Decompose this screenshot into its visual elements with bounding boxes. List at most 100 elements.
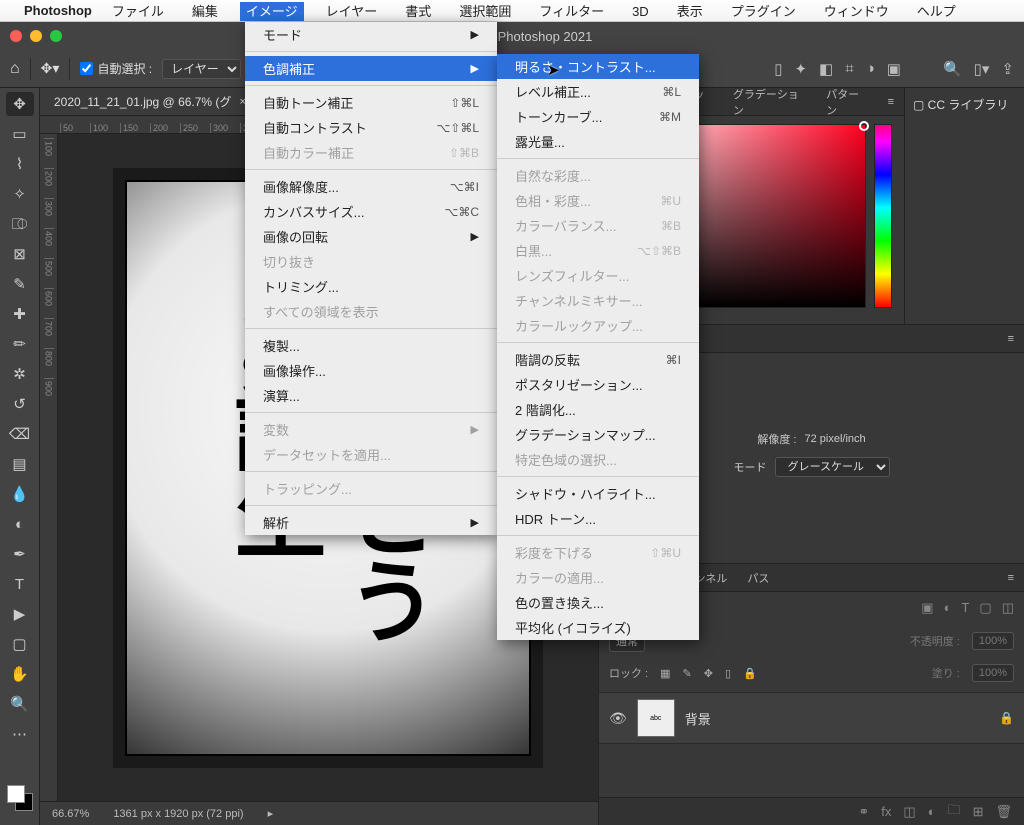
- dodge-tool[interactable]: ◐: [6, 512, 34, 536]
- menu-item[interactable]: 解析▶: [245, 510, 497, 535]
- menu-item[interactable]: 露光量...: [497, 129, 699, 154]
- new-layer-icon[interactable]: ⊞: [973, 804, 984, 820]
- 3d-mode-icon[interactable]: ◧: [819, 60, 833, 78]
- layer-name[interactable]: 背景: [685, 709, 711, 728]
- layer-style-icon[interactable]: fx: [881, 804, 891, 819]
- auto-select-checkbox[interactable]: 自動選択 :: [80, 60, 152, 77]
- menu-item[interactable]: HDR トーン...: [497, 506, 699, 531]
- share-icon[interactable]: ⇪: [1001, 60, 1014, 78]
- pen-tool[interactable]: ✒: [6, 542, 34, 566]
- opacity-value[interactable]: 100%: [972, 632, 1014, 650]
- hand-tool[interactable]: ✋: [6, 662, 34, 686]
- arrange-icon[interactable]: ▯▾: [974, 60, 990, 78]
- history-brush-tool[interactable]: ↺: [6, 392, 34, 416]
- menubar-item-選択範囲[interactable]: 選択範囲: [453, 2, 517, 21]
- menu-item[interactable]: シャドウ・ハイライト...: [497, 481, 699, 506]
- visibility-icon[interactable]: 👁: [609, 710, 627, 727]
- adjustment-layer-icon[interactable]: ◐: [928, 804, 936, 819]
- move-tool-icon[interactable]: ✥▾: [41, 60, 60, 77]
- menu-item[interactable]: 画像操作...: [245, 358, 497, 383]
- menubar-item-イメージ[interactable]: イメージ: [240, 2, 304, 21]
- brush-tool[interactable]: ✏: [6, 332, 34, 356]
- menu-item[interactable]: カンバスサイズ...⌥⌘C: [245, 199, 497, 224]
- eyedropper-tool[interactable]: ✎: [6, 272, 34, 296]
- link-layers-icon[interactable]: ⚭: [858, 804, 869, 820]
- healing-brush-tool[interactable]: ✚: [6, 302, 34, 326]
- tab-paths[interactable]: パス: [737, 564, 779, 591]
- align-center-icon[interactable]: ✦: [794, 60, 807, 78]
- marquee-tool[interactable]: ▭: [6, 122, 34, 146]
- menu-item[interactable]: 階調の反転⌘I: [497, 347, 699, 372]
- color-mode-select[interactable]: グレースケール: [775, 457, 890, 477]
- menu-item[interactable]: ポスタリゼーション...: [497, 372, 699, 397]
- menu-item[interactable]: 演算...: [245, 383, 497, 408]
- cc-libraries-panel[interactable]: ▢ CC ライブラリ: [904, 88, 1024, 324]
- clone-stamp-tool[interactable]: ✲: [6, 362, 34, 386]
- image-menu-dropdown[interactable]: モード▶色調補正▶自動トーン補正⇧⌘L自動コントラスト⌥⇧⌘L自動カラー補正⇧⌘…: [245, 22, 497, 535]
- menubar-item-プラグイン[interactable]: プラグイン: [725, 2, 802, 21]
- menu-item[interactable]: レベル補正...⌘L: [497, 79, 699, 104]
- hue-slider[interactable]: [874, 124, 892, 308]
- frame-tool[interactable]: ⊠: [6, 242, 34, 266]
- magic-wand-tool[interactable]: ✧: [6, 182, 34, 206]
- menu-item[interactable]: 自動トーン補正⇧⌘L: [245, 90, 497, 115]
- menu-item[interactable]: 画像の回転▶: [245, 224, 497, 249]
- filter-pixel-icon[interactable]: ▣: [921, 600, 933, 616]
- tab-patterns[interactable]: パターン: [816, 88, 877, 115]
- menu-item[interactable]: グラデーションマップ...: [497, 422, 699, 447]
- close-window-icon[interactable]: [10, 30, 22, 42]
- panel-menu-icon[interactable]: ≡: [998, 325, 1024, 352]
- menu-item[interactable]: モード▶: [245, 22, 497, 47]
- lock-position-icon[interactable]: ✥: [704, 667, 713, 680]
- menu-item[interactable]: 明るさ・コントラスト...: [497, 54, 699, 79]
- path-selection-tool[interactable]: ▶: [6, 602, 34, 626]
- menubar-item-表示[interactable]: 表示: [671, 2, 709, 21]
- menubar-item-ファイル[interactable]: ファイル: [106, 2, 170, 21]
- panel-menu-icon[interactable]: ≡: [998, 564, 1024, 591]
- menu-item[interactable]: トリミング...: [245, 274, 497, 299]
- lock-artboard-icon[interactable]: ▯: [725, 667, 731, 680]
- edit-toolbar[interactable]: ⋯: [6, 722, 34, 746]
- rectangle-tool[interactable]: ▢: [6, 632, 34, 656]
- menu-item[interactable]: 色の置き換え...: [497, 590, 699, 615]
- blur-tool[interactable]: 💧: [6, 482, 34, 506]
- gradient-tool[interactable]: ▤: [6, 452, 34, 476]
- minimize-window-icon[interactable]: [30, 30, 42, 42]
- document-tab[interactable]: 2020_11_21_01.jpg @ 66.7% (グ ×: [40, 88, 261, 115]
- search-icon[interactable]: 🔍: [943, 60, 962, 78]
- menu-item[interactable]: 複製...: [245, 333, 497, 358]
- menubar-item-編集[interactable]: 編集: [186, 2, 224, 21]
- layer-group-icon[interactable]: 🗀: [948, 801, 961, 823]
- crop-tool[interactable]: ⎄: [6, 212, 34, 236]
- foreground-background-swatch[interactable]: [7, 785, 33, 811]
- lasso-tool[interactable]: ⌇: [6, 152, 34, 176]
- menubar-item-ウィンドウ[interactable]: ウィンドウ: [818, 2, 895, 21]
- menubar-item-フィルター[interactable]: フィルター: [533, 2, 610, 21]
- menu-item[interactable]: 2 階調化...: [497, 397, 699, 422]
- document-dimensions[interactable]: 1361 px x 1920 px (72 ppi): [113, 808, 243, 820]
- align-left-icon[interactable]: ▯: [774, 60, 782, 78]
- auto-select-target[interactable]: レイヤー: [162, 59, 241, 79]
- filter-shape-icon[interactable]: ▢: [979, 600, 991, 616]
- app-name[interactable]: Photoshop: [24, 3, 92, 18]
- fullscreen-window-icon[interactable]: [50, 30, 62, 42]
- menubar-item-書式[interactable]: 書式: [399, 2, 437, 21]
- home-icon[interactable]: ⌂: [10, 60, 20, 78]
- lock-transparency-icon[interactable]: ▦: [660, 667, 670, 680]
- zoom-tool[interactable]: 🔍: [6, 692, 34, 716]
- menubar-item-3D[interactable]: 3D: [626, 2, 655, 21]
- move-tool[interactable]: ✥: [6, 92, 34, 116]
- eraser-tool[interactable]: ⌫: [6, 422, 34, 446]
- lock-all-icon[interactable]: 🔒: [743, 667, 757, 680]
- zoom-level[interactable]: 66.67%: [52, 808, 89, 820]
- adjustments-submenu-dropdown[interactable]: 明るさ・コントラスト...レベル補正...⌘Lトーンカーブ...⌘M露光量...…: [497, 54, 699, 640]
- menubar-item-ヘルプ[interactable]: ヘルプ: [911, 2, 962, 21]
- filter-smart-icon[interactable]: ◫: [1002, 600, 1014, 616]
- lock-image-icon[interactable]: ✎: [683, 667, 692, 680]
- menu-item[interactable]: 画像解像度...⌥⌘I: [245, 174, 497, 199]
- status-disclosure-icon[interactable]: ▸: [268, 807, 274, 820]
- menu-item[interactable]: トーンカーブ...⌘M: [497, 104, 699, 129]
- fill-value[interactable]: 100%: [972, 664, 1014, 682]
- mask-icon[interactable]: ◑: [866, 60, 875, 78]
- layer-mask-icon[interactable]: ◫: [903, 804, 915, 820]
